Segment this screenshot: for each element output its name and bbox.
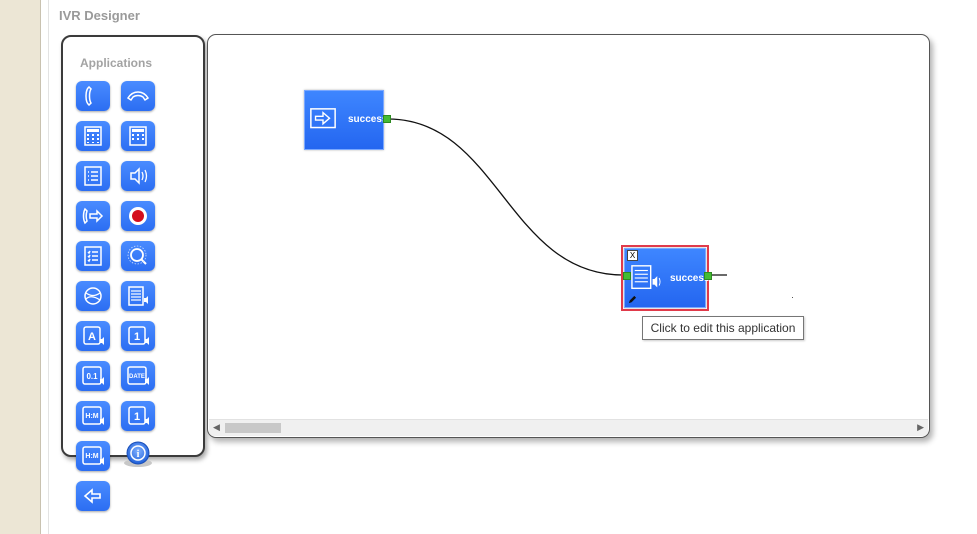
tool-say-digits[interactable]: 1 bbox=[121, 401, 155, 431]
hangup-icon bbox=[126, 91, 150, 102]
digits-label: 1 bbox=[134, 411, 140, 423]
tool-back[interactable] bbox=[76, 481, 110, 511]
time-label: H:M bbox=[85, 413, 98, 420]
tool-survey[interactable] bbox=[76, 241, 110, 271]
app-node-close-button[interactable]: X bbox=[627, 250, 638, 261]
page-title: IVR Designer bbox=[59, 8, 140, 23]
palette-title: Applications bbox=[80, 56, 153, 70]
tool-calculator[interactable] bbox=[121, 121, 155, 151]
tool-data-entry[interactable] bbox=[121, 281, 155, 311]
tool-speech-recognition[interactable] bbox=[121, 241, 155, 271]
alpha-icon: A bbox=[83, 326, 104, 345]
canvas-dot bbox=[792, 297, 793, 298]
pencil-icon[interactable] bbox=[628, 295, 637, 304]
time-icon: H:M bbox=[82, 446, 104, 465]
tool-answer-call[interactable] bbox=[76, 81, 110, 111]
tool-say-date[interactable]: DATE bbox=[121, 361, 155, 391]
tool-hangup[interactable] bbox=[121, 81, 155, 111]
tool-say-number[interactable]: 1 bbox=[121, 321, 155, 351]
record-icon bbox=[129, 207, 147, 225]
app-node-output-port[interactable] bbox=[704, 272, 712, 280]
number-icon: 1 bbox=[128, 326, 149, 345]
decimal-icon: 0.1 bbox=[82, 366, 104, 385]
form-audio-icon bbox=[631, 265, 661, 290]
checklist-icon bbox=[84, 246, 102, 266]
form-audio-icon bbox=[128, 286, 148, 306]
tool-info[interactable]: i bbox=[121, 439, 155, 469]
scrollbar-thumb[interactable] bbox=[225, 423, 281, 433]
info-label: i bbox=[137, 449, 140, 460]
digits-icon: 1 bbox=[128, 406, 149, 425]
menu-list-icon bbox=[84, 166, 102, 186]
tool-transfer[interactable] bbox=[76, 201, 110, 231]
speaker-icon bbox=[130, 167, 148, 185]
alpha-label: A bbox=[88, 331, 96, 343]
start-node[interactable]: success bbox=[304, 90, 388, 150]
left-nav-strip bbox=[0, 0, 41, 534]
decimal-label: 0.1 bbox=[86, 372, 98, 381]
tool-menu[interactable] bbox=[76, 161, 110, 191]
scroll-left-icon[interactable]: ◀ bbox=[213, 422, 220, 433]
connector-line[interactable] bbox=[387, 118, 624, 276]
tool-say-alpha[interactable]: A bbox=[76, 321, 110, 351]
tool-keypad[interactable] bbox=[76, 121, 110, 151]
phone-handset-icon bbox=[85, 86, 92, 106]
start-node-output-port[interactable] bbox=[383, 115, 391, 123]
tool-say-decimal[interactable]: 0.1 bbox=[76, 361, 110, 391]
back-arrow-icon bbox=[83, 488, 101, 504]
tool-web-service[interactable] bbox=[76, 281, 110, 311]
tool-play-audio[interactable] bbox=[121, 161, 155, 191]
time-label: H:M bbox=[85, 453, 98, 460]
edit-tooltip: Click to edit this application bbox=[642, 316, 804, 340]
start-arrow-icon bbox=[310, 108, 336, 129]
tool-say-time[interactable]: H:M bbox=[76, 401, 110, 431]
keypad-icon bbox=[84, 126, 102, 146]
globe-icon bbox=[84, 287, 102, 305]
calculator-icon bbox=[129, 126, 147, 146]
date-icon: DATE bbox=[127, 366, 149, 385]
time-icon: H:M bbox=[82, 406, 104, 425]
canvas-horizontal-scrollbar[interactable]: ◀ ▶ bbox=[209, 419, 928, 436]
start-node-port-label: success bbox=[348, 114, 388, 125]
app-node-input-port[interactable] bbox=[623, 272, 631, 280]
info-icon: i bbox=[124, 441, 152, 467]
date-label: DATE bbox=[129, 374, 145, 380]
divider bbox=[48, 0, 49, 534]
tool-record[interactable] bbox=[121, 201, 155, 231]
app-node[interactable]: X success bbox=[621, 245, 709, 311]
tool-say-time-2[interactable]: H:M bbox=[76, 441, 110, 471]
call-transfer-icon bbox=[82, 207, 104, 225]
speech-search-icon bbox=[127, 245, 147, 265]
scroll-right-icon[interactable]: ▶ bbox=[917, 422, 924, 433]
design-canvas[interactable]: success X success ◀ ▶ bbox=[207, 34, 930, 438]
number-label: 1 bbox=[134, 331, 140, 343]
